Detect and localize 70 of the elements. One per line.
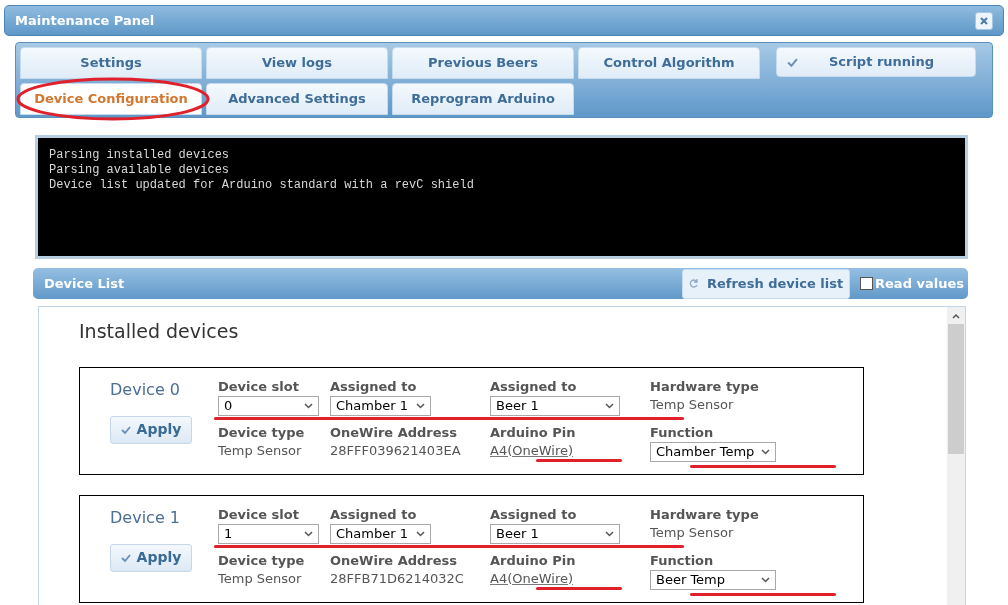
- check-icon: [120, 553, 131, 562]
- checkbox-label: Read values: [875, 274, 964, 293]
- tab[interactable]: Advanced Settings: [206, 83, 388, 115]
- field-label: Assigned to: [490, 377, 577, 396]
- check-icon: [787, 57, 798, 67]
- close-icon: [980, 16, 988, 25]
- field-label: Assigned to: [490, 505, 577, 524]
- field-label: Assigned to: [330, 377, 417, 396]
- dropdown-select[interactable]: Beer Temp: [650, 569, 776, 590]
- chevron-down-icon: [761, 576, 770, 583]
- tab[interactable]: View logs: [206, 47, 388, 79]
- refresh-icon: [688, 278, 699, 289]
- field-label: Device type: [218, 423, 305, 442]
- field-value: 28FFB71D6214032C: [330, 569, 464, 588]
- chevron-down-icon: [304, 402, 313, 409]
- tab[interactable]: Device Configuration: [20, 83, 202, 115]
- section-heading: Installed devices: [79, 319, 239, 344]
- field-value: Temp Sensor: [650, 523, 734, 542]
- field-label: Function: [650, 551, 714, 570]
- scrollbar[interactable]: [947, 307, 965, 605]
- field-label: Device type: [218, 551, 305, 570]
- scrollbar-thumb[interactable]: [948, 324, 964, 454]
- field-label: OneWire Address: [330, 551, 458, 570]
- device-title: Device 1: [110, 506, 180, 529]
- read-values-checkbox[interactable]: [860, 277, 874, 290]
- tab[interactable]: Control Algorithm: [578, 47, 760, 79]
- field-label: Arduino Pin: [490, 423, 576, 442]
- chevron-down-icon: [605, 402, 614, 409]
- console-line: Parsing installed devices: [49, 148, 230, 163]
- device-title: Device 0: [110, 378, 180, 401]
- dropdown-select[interactable]: 1: [218, 523, 319, 544]
- dropdown-select[interactable]: Chamber Temp: [650, 441, 776, 462]
- field-label: Function: [650, 423, 714, 442]
- console-line: Parsing available devices: [49, 163, 230, 178]
- chevron-down-icon: [304, 530, 313, 537]
- field-value: Temp Sensor: [650, 395, 734, 414]
- close-button[interactable]: [975, 11, 993, 30]
- check-icon: [120, 425, 131, 434]
- field-label: Device slot: [218, 505, 299, 524]
- tab[interactable]: Previous Beers: [392, 47, 574, 79]
- apply-button[interactable]: Apply: [110, 415, 192, 444]
- field-value: Temp Sensor: [218, 569, 302, 588]
- chevron-down-icon: [416, 530, 425, 537]
- dropdown-select[interactable]: 0: [218, 395, 319, 416]
- field-label: Hardware type: [650, 505, 759, 524]
- refresh-button[interactable]: Refresh device list: [682, 268, 851, 299]
- section-title: Device List: [44, 274, 125, 293]
- window-title: Maintenance Panel: [15, 11, 155, 30]
- field-label: Device slot: [218, 377, 299, 396]
- field-label: Hardware type: [650, 377, 759, 396]
- dropdown-select[interactable]: Chamber 1: [330, 523, 431, 544]
- scroll-up-icon: [952, 313, 960, 319]
- field-value: Temp Sensor: [218, 441, 302, 460]
- field-value: 28FFF039621403EA: [330, 441, 461, 460]
- script-status-button[interactable]: Script running: [776, 47, 976, 77]
- dropdown-select[interactable]: Chamber 1: [330, 395, 431, 416]
- pin-value: A4(OneWire): [490, 569, 573, 588]
- field-label: Assigned to: [330, 505, 417, 524]
- tab[interactable]: Settings: [20, 47, 202, 79]
- console-line: Device list updated for Arduino standard with a revC shield: [49, 178, 474, 193]
- dropdown-select[interactable]: Beer 1: [490, 523, 620, 544]
- chevron-down-icon: [416, 402, 425, 409]
- tab[interactable]: Reprogram Arduino: [392, 83, 574, 115]
- dropdown-select[interactable]: Beer 1: [490, 395, 620, 416]
- chevron-down-icon: [761, 448, 770, 455]
- pin-value: A4(OneWire): [490, 441, 573, 460]
- field-label: OneWire Address: [330, 423, 458, 442]
- chevron-down-icon: [605, 530, 614, 537]
- apply-button[interactable]: Apply: [110, 543, 192, 572]
- field-label: Arduino Pin: [490, 551, 576, 570]
